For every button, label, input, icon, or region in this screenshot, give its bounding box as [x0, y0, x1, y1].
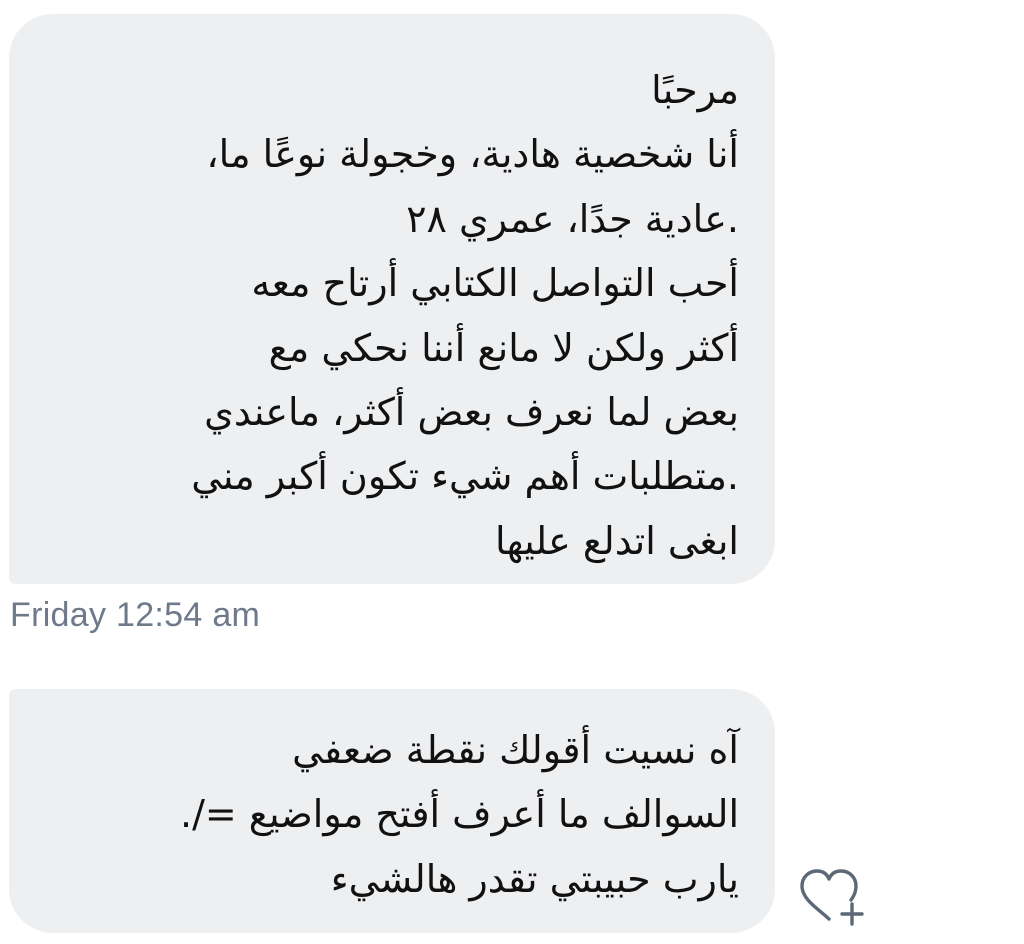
- heart-plus-icon: [800, 869, 864, 926]
- message-timestamp: Friday 12:54 am: [10, 596, 261, 634]
- message-line: أنا شخصية هادية، وخجولة نوعًا ما،: [206, 132, 739, 177]
- message-line: بعض لما نعرف بعض أكثر، ماعندي: [204, 389, 739, 434]
- add-reaction-button[interactable]: [798, 866, 868, 930]
- message-line: أكثر ولكن لا مانع أننا نحكي مع: [268, 325, 739, 370]
- message-line: آه نسيت أقولك نقطة ضعفي: [292, 728, 739, 772]
- message-line: يارب حبيبتي تقدر هالشيء: [330, 856, 739, 901]
- message-line: .متطلبات أهم شيء تكون أكبر مني: [191, 454, 739, 499]
- message-line: .عادية جدًا، عمري ٢٨: [406, 196, 739, 241]
- message-bubble[interactable]: آه نسيت أقولك نقطة ضعفي السوالف ما أعرف …: [9, 689, 775, 933]
- message-text: مرحبًا أنا شخصية هادية، وخجولة نوعًا ما،…: [39, 14, 739, 573]
- message-bubble[interactable]: مرحبًا أنا شخصية هادية، وخجولة نوعًا ما،…: [9, 14, 775, 584]
- message-line: مرحبًا: [651, 68, 739, 112]
- message-line: ابغى اتدلع عليها: [495, 518, 739, 563]
- message-line: أحب التواصل الكتابي أرتاح معه: [251, 261, 739, 306]
- message-line: السوالف ما أعرف أفتح مواضيع =/.: [180, 792, 739, 837]
- message-text: آه نسيت أقولك نقطة ضعفي السوالف ما أعرف …: [39, 689, 739, 911]
